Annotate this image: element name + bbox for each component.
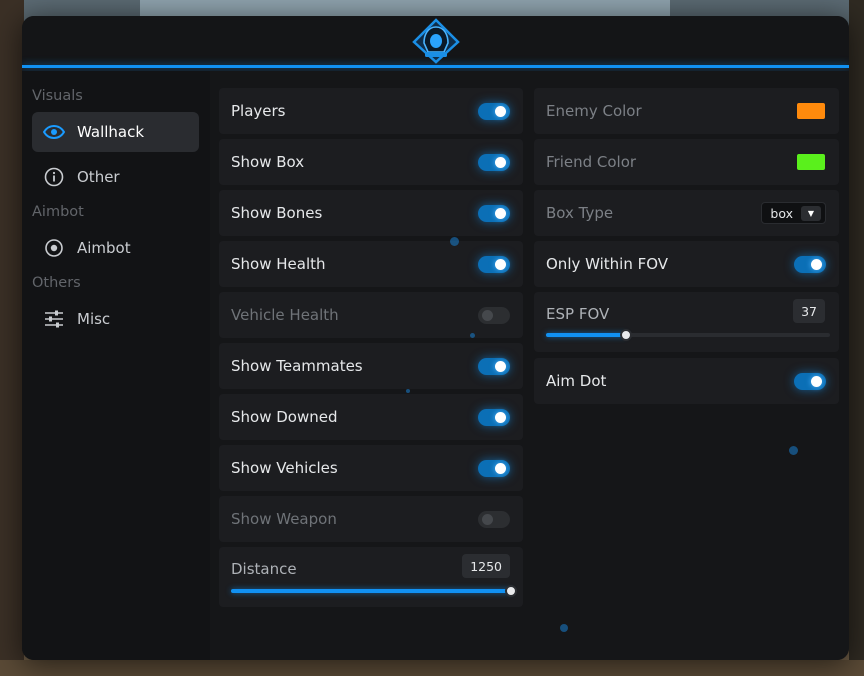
particle-dot [789, 446, 798, 455]
vehicle-health-toggle[interactable] [478, 306, 510, 324]
toggle-label: Players [231, 102, 286, 120]
target-icon [42, 236, 66, 260]
show-teammates-toggle[interactable] [478, 357, 510, 375]
box-type-selected-value: box [770, 205, 793, 221]
sidebar-item-label: Wallhack [77, 123, 145, 141]
toggle-row-show-health: Show Health [219, 241, 523, 287]
sidebar: Visuals Wallhack Other Aimbot Aimbot Oth… [22, 71, 210, 660]
show-downed-toggle[interactable] [478, 408, 510, 426]
distance-slider-track[interactable] [231, 585, 517, 597]
sidebar-item-wallhack[interactable]: Wallhack [32, 112, 199, 152]
box-type-row: Box Type box ▼ [534, 190, 839, 236]
toggle-row-only-within-fov: Only Within FOV [534, 241, 839, 287]
distance-slider-fill [231, 589, 511, 593]
section-title-visuals: Visuals [32, 88, 83, 104]
esp-fov-slider-row: ESP FOV 37 [534, 292, 839, 352]
toggle-label: Show Teammates [231, 357, 363, 375]
toggle-label: Aim Dot [546, 372, 607, 390]
aim-dot-toggle[interactable] [794, 372, 826, 390]
sidebar-item-other[interactable]: Other [32, 157, 199, 197]
sliders-icon [42, 307, 66, 331]
players-toggle[interactable] [478, 102, 510, 120]
cheat-menu-window: Visuals Wallhack Other Aimbot Aimbot Oth… [22, 16, 849, 660]
show-weapon-toggle[interactable] [478, 510, 510, 528]
settings-content: Players Show Box Show Bones Show Health … [210, 71, 849, 660]
menu-header [22, 16, 849, 68]
esp-fov-slider-knob[interactable] [619, 329, 632, 341]
friend-color-label: Friend Color [546, 153, 637, 171]
particle-dot [560, 624, 568, 632]
distance-value[interactable]: 1250 [462, 554, 510, 578]
sidebar-item-misc[interactable]: Misc [32, 299, 199, 339]
esp-fov-slider-track[interactable] [546, 329, 830, 341]
section-title-others: Others [32, 275, 81, 291]
sidebar-item-aimbot[interactable]: Aimbot [32, 228, 199, 268]
show-bones-toggle[interactable] [478, 204, 510, 222]
esp-fov-slider-fill [546, 333, 626, 337]
show-box-toggle[interactable] [478, 153, 510, 171]
toggle-row-players: Players [219, 88, 523, 134]
box-type-label: Box Type [546, 204, 614, 222]
toggle-row-show-weapon: Show Weapon [219, 496, 523, 542]
caret-down-icon: ▼ [801, 205, 821, 221]
friend-color-swatch[interactable] [797, 154, 825, 170]
distance-slider-knob[interactable] [505, 585, 517, 597]
toggle-row-show-bones: Show Bones [219, 190, 523, 236]
distance-label: Distance [231, 560, 297, 578]
toggle-row-vehicle-health: Vehicle Health [219, 292, 523, 338]
show-vehicles-toggle[interactable] [478, 459, 510, 477]
section-title-aimbot: Aimbot [32, 204, 84, 220]
hooded-figure-logo-icon [411, 18, 460, 64]
toggle-label: Show Downed [231, 408, 338, 426]
header-accent-line [22, 65, 849, 68]
toggle-row-show-downed: Show Downed [219, 394, 523, 440]
box-type-select[interactable]: box ▼ [761, 202, 826, 224]
friend-color-row: Friend Color [534, 139, 839, 185]
toggle-label: Show Vehicles [231, 459, 338, 477]
esp-fov-label: ESP FOV [546, 305, 610, 323]
toggle-row-show-vehicles: Show Vehicles [219, 445, 523, 491]
particle-dot [450, 237, 459, 246]
toggle-label: Show Weapon [231, 510, 337, 528]
toggle-label: Show Bones [231, 204, 323, 222]
toggle-label: Show Box [231, 153, 305, 171]
toggle-row-show-box: Show Box [219, 139, 523, 185]
esp-fov-value[interactable]: 37 [793, 299, 825, 323]
enemy-color-swatch[interactable] [797, 103, 825, 119]
info-icon [42, 165, 66, 189]
sidebar-item-label: Misc [77, 310, 111, 328]
eye-icon [42, 120, 66, 144]
sidebar-item-label: Aimbot [77, 239, 131, 257]
toggle-label: Vehicle Health [231, 306, 339, 324]
toggle-label: Only Within FOV [546, 255, 669, 273]
distance-slider-row: Distance 1250 [219, 547, 523, 607]
toggle-row-aim-dot: Aim Dot [534, 358, 839, 404]
enemy-color-label: Enemy Color [546, 102, 642, 120]
show-health-toggle[interactable] [478, 255, 510, 273]
enemy-color-row: Enemy Color [534, 88, 839, 134]
only-within-fov-toggle[interactable] [794, 255, 826, 273]
particle-dot [470, 333, 475, 338]
sidebar-item-label: Other [77, 168, 120, 186]
toggle-row-show-teammates: Show Teammates [219, 343, 523, 389]
toggle-label: Show Health [231, 255, 326, 273]
particle-dot [406, 389, 410, 393]
